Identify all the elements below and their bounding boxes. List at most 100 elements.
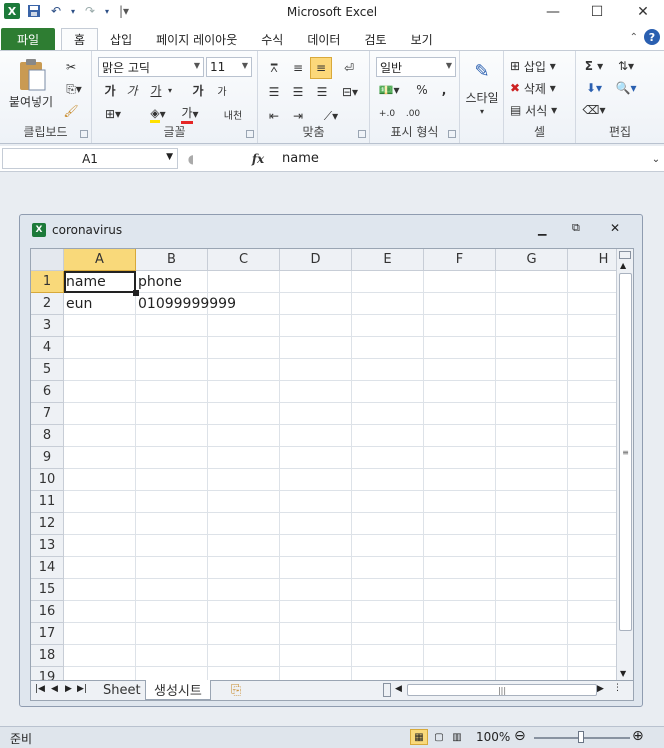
align-center-icon[interactable]: ☰: [288, 83, 308, 101]
cell-e2[interactable]: [352, 293, 424, 315]
cell-c6[interactable]: [208, 381, 280, 403]
cell-c7[interactable]: [208, 403, 280, 425]
row-header-13[interactable]: 13: [31, 535, 64, 557]
scroll-up-icon[interactable]: ▲: [620, 261, 626, 270]
cell-e10[interactable]: [352, 469, 424, 491]
cell-d16[interactable]: [280, 601, 352, 623]
cell-e1[interactable]: [352, 271, 424, 293]
align-middle-icon[interactable]: ≡: [288, 59, 308, 77]
tab-insert[interactable]: 삽입: [98, 28, 144, 50]
format-painter-icon[interactable]: 🖌: [62, 103, 80, 119]
cell-c1[interactable]: [208, 271, 280, 293]
cell-b3[interactable]: [136, 315, 208, 337]
cell-e7[interactable]: [352, 403, 424, 425]
align-bottom-icon[interactable]: ≡: [310, 57, 332, 79]
cell-f18[interactable]: [424, 645, 496, 667]
vertical-scrollbar[interactable]: ▲ ≡ ▼: [616, 249, 633, 680]
cell-f11[interactable]: [424, 491, 496, 513]
cell-f4[interactable]: [424, 337, 496, 359]
ribbon-collapse-icon[interactable]: ⌃: [630, 32, 638, 43]
cell-b14[interactable]: [136, 557, 208, 579]
cell-c8[interactable]: [208, 425, 280, 447]
cell-d7[interactable]: [280, 403, 352, 425]
cell-a9[interactable]: [64, 447, 136, 469]
cell-e6[interactable]: [352, 381, 424, 403]
row-header-8[interactable]: 8: [31, 425, 64, 447]
name-box[interactable]: A1 ▼: [2, 148, 178, 169]
workbook-excel-icon[interactable]: X: [32, 223, 46, 237]
cell-f1[interactable]: [424, 271, 496, 293]
cell-a8[interactable]: [64, 425, 136, 447]
cell-a12[interactable]: [64, 513, 136, 535]
tab-split-icon[interactable]: [383, 683, 391, 697]
cell-b8[interactable]: [136, 425, 208, 447]
workbook-restore-button[interactable]: ⧉: [572, 221, 580, 235]
cell-b4[interactable]: [136, 337, 208, 359]
autosum-button[interactable]: Σ ▾: [580, 57, 608, 75]
cell-a16[interactable]: [64, 601, 136, 623]
tab-home[interactable]: 홈: [61, 28, 99, 50]
sheet-tab-active[interactable]: 생성시트: [145, 680, 211, 700]
fill-color-icon[interactable]: ◈ ▾: [146, 105, 170, 123]
cell-c2[interactable]: [208, 293, 280, 315]
zoom-out-icon[interactable]: ⊖: [514, 728, 526, 744]
cell-f12[interactable]: [424, 513, 496, 535]
cell-g14[interactable]: [496, 557, 568, 579]
cell-d6[interactable]: [280, 381, 352, 403]
cell-b9[interactable]: [136, 447, 208, 469]
horizontal-scroll-thumb[interactable]: |||: [407, 684, 597, 696]
grow-font-button[interactable]: 가: [190, 81, 206, 99]
cell-a18[interactable]: [64, 645, 136, 667]
next-sheet-icon[interactable]: ▶: [65, 684, 72, 694]
cell-b6[interactable]: [136, 381, 208, 403]
cell-d11[interactable]: [280, 491, 352, 513]
fill-handle[interactable]: [133, 290, 139, 296]
cell-f5[interactable]: [424, 359, 496, 381]
tab-data[interactable]: 데이터: [295, 28, 352, 50]
row-header-14[interactable]: 14: [31, 557, 64, 579]
cell-c11[interactable]: [208, 491, 280, 513]
maximize-button[interactable]: ☐: [582, 2, 612, 22]
cell-g11[interactable]: [496, 491, 568, 513]
cell-f19[interactable]: [424, 667, 496, 680]
zoom-slider-thumb[interactable]: [578, 731, 584, 743]
row-header-18[interactable]: 18: [31, 645, 64, 667]
cell-d14[interactable]: [280, 557, 352, 579]
cell-c16[interactable]: [208, 601, 280, 623]
cell-c17[interactable]: [208, 623, 280, 645]
insert-function-button[interactable]: fx: [248, 150, 268, 168]
cell-a14[interactable]: [64, 557, 136, 579]
font-name-select[interactable]: 맑은 고딕 ▼: [98, 57, 204, 77]
cell-b12[interactable]: [136, 513, 208, 535]
cell-g7[interactable]: [496, 403, 568, 425]
paste-button[interactable]: 붙여넣기: [2, 93, 60, 109]
cell-c14[interactable]: [208, 557, 280, 579]
cell-e9[interactable]: [352, 447, 424, 469]
cell-b16[interactable]: [136, 601, 208, 623]
cell-e12[interactable]: [352, 513, 424, 535]
cell-f6[interactable]: [424, 381, 496, 403]
column-header-d[interactable]: D: [280, 249, 352, 271]
help-icon[interactable]: ?: [644, 29, 660, 45]
cell-f17[interactable]: [424, 623, 496, 645]
cell-b19[interactable]: [136, 667, 208, 680]
close-button[interactable]: ✕: [628, 2, 658, 22]
cell-a15[interactable]: [64, 579, 136, 601]
cell-d18[interactable]: [280, 645, 352, 667]
split-horizontal-icon[interactable]: ⋮: [613, 683, 622, 693]
cell-g8[interactable]: [496, 425, 568, 447]
cut-icon[interactable]: ✂: [62, 59, 80, 75]
row-header-16[interactable]: 16: [31, 601, 64, 623]
expand-formula-bar-icon[interactable]: ⌄: [650, 150, 662, 168]
insert-cells-button[interactable]: ⊞ 삽입 ▾: [510, 57, 570, 75]
first-sheet-icon[interactable]: |◀: [35, 684, 45, 694]
cell-f3[interactable]: [424, 315, 496, 337]
row-header-7[interactable]: 7: [31, 403, 64, 425]
formula-bar-splitter-icon[interactable]: ◖: [184, 150, 198, 168]
row-header-15[interactable]: 15: [31, 579, 64, 601]
column-header-a[interactable]: A: [64, 249, 136, 271]
split-box-icon[interactable]: [619, 251, 631, 259]
row-header-11[interactable]: 11: [31, 491, 64, 513]
page-layout-view-icon[interactable]: ▢: [430, 729, 448, 745]
cell-g17[interactable]: [496, 623, 568, 645]
